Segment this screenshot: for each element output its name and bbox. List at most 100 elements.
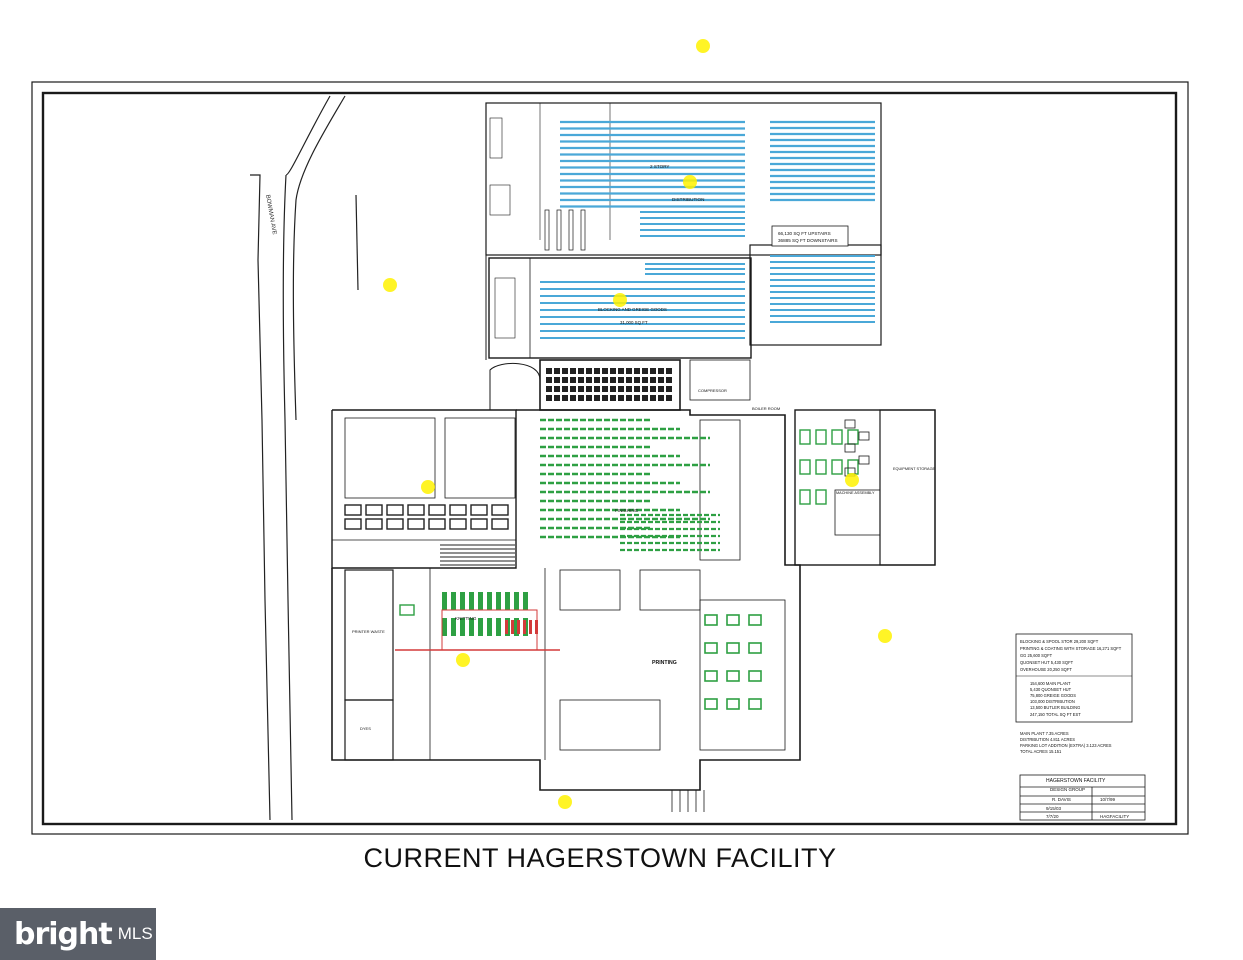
story-label: 2 STORY bbox=[650, 164, 670, 169]
title-block-title: HAGERSTOWN FACILITY bbox=[1046, 778, 1106, 784]
grid-cell bbox=[586, 377, 592, 383]
note-line: BLOCKING & SPOOL STOR 29,200 SQFT bbox=[1020, 639, 1099, 644]
building-main-plant bbox=[331, 409, 801, 791]
grid-cell bbox=[666, 368, 672, 374]
area-line: 154,600 MAIN PLANT bbox=[1030, 681, 1071, 686]
plant-storage-blocks bbox=[344, 504, 515, 566]
grid-cell bbox=[594, 386, 600, 392]
machine-unit bbox=[505, 592, 510, 610]
title-block-rev2: 7/7/20 bbox=[1046, 814, 1059, 819]
area-line: 247,150 TOTAL SQ FT EST bbox=[1030, 712, 1081, 717]
grid-cell bbox=[554, 368, 560, 374]
equipment-box bbox=[847, 429, 859, 445]
storage-block bbox=[365, 518, 383, 530]
machine-unit bbox=[469, 592, 474, 610]
title-block-group: DESIGN GROUP bbox=[1050, 787, 1085, 792]
equipment-box bbox=[704, 614, 718, 626]
equipment-box bbox=[799, 429, 811, 445]
equipment-box bbox=[726, 698, 740, 710]
storage-block bbox=[428, 518, 446, 530]
highlight-dot bbox=[421, 480, 435, 494]
equipment-box bbox=[858, 455, 870, 465]
grid-cell bbox=[666, 377, 672, 383]
equipment-box bbox=[831, 429, 843, 445]
area-line: 5,430 QUONSET HUT bbox=[1030, 687, 1072, 692]
acreage-line: TOTAL ACRES 15.151 bbox=[1020, 749, 1062, 754]
grid-cell bbox=[570, 377, 576, 383]
highlight-dot bbox=[558, 795, 572, 809]
grid-cell bbox=[610, 386, 616, 392]
blocking-label: BLOCKING AND GREIGE GOODS bbox=[598, 307, 667, 312]
grid-cell bbox=[578, 377, 584, 383]
storage-block bbox=[344, 518, 362, 530]
downstairs-area-label: 36885 SQ FT DOWNSTAIRS bbox=[778, 238, 838, 243]
note-line: OVERHOUSE 20,250 SQFT bbox=[1020, 667, 1072, 672]
grid-cell bbox=[562, 368, 568, 374]
sheet-inner-border bbox=[41, 91, 1178, 826]
equipment-box bbox=[815, 459, 827, 475]
grid-cell bbox=[586, 395, 592, 401]
equipment-box bbox=[748, 670, 762, 682]
grid-cell bbox=[546, 377, 552, 383]
distribution-racks bbox=[544, 120, 875, 323]
equipment-box bbox=[704, 698, 718, 710]
machine-unit bbox=[487, 592, 492, 610]
grid-cell bbox=[562, 395, 568, 401]
machine-unit bbox=[523, 592, 528, 610]
grid-cell bbox=[618, 386, 624, 392]
equipment-box bbox=[831, 459, 843, 475]
watermark-suffix: MLS bbox=[117, 924, 153, 943]
machine-unit bbox=[451, 592, 456, 610]
grid-cell bbox=[642, 368, 648, 374]
dock-bay bbox=[568, 209, 574, 251]
storage-block bbox=[491, 518, 509, 530]
highlight-dot bbox=[683, 175, 697, 189]
grid-cell bbox=[570, 395, 576, 401]
equipment-box bbox=[748, 698, 762, 710]
highlight-dot bbox=[845, 473, 859, 487]
acreage-line: MAIN PLANT 7.35 ACRES bbox=[1020, 731, 1069, 736]
knitting-label: KNITTING bbox=[455, 616, 477, 621]
area-note-box bbox=[771, 225, 849, 247]
grid-cell bbox=[618, 368, 624, 374]
grid-cell bbox=[618, 395, 624, 401]
grid-cell bbox=[642, 377, 648, 383]
distribution-label: DISTRIBUTION bbox=[672, 197, 704, 202]
equipment-box bbox=[748, 614, 762, 626]
grid-cell bbox=[562, 386, 568, 392]
note-line: PRINTING & COATING WITH STORAGE 16,271 S… bbox=[1020, 646, 1122, 651]
facility-site-plan: BOWMAN AVE 66,130 SQ FT UPSTAIRS 36885 S… bbox=[31, 39, 1189, 835]
equipment-box bbox=[748, 642, 762, 654]
machine-unit bbox=[487, 618, 492, 636]
upstairs-area-label: 66,130 SQ FT UPSTAIRS bbox=[778, 231, 831, 236]
machine-unit bbox=[517, 620, 520, 634]
area-line: 75,800 GREIGE GOODS bbox=[1030, 693, 1076, 698]
grid-cell bbox=[578, 395, 584, 401]
machine-unit bbox=[523, 620, 526, 634]
grid-cell bbox=[642, 395, 648, 401]
grid-cell bbox=[626, 386, 632, 392]
printer-waste-label: PRINTER WASTE bbox=[352, 629, 385, 634]
equipment-box bbox=[726, 642, 740, 654]
mls-watermark: bright MLS bbox=[0, 908, 156, 960]
title-block-rev1: 9/15/03 bbox=[1046, 806, 1062, 811]
grid-cell bbox=[610, 395, 616, 401]
equipment-box bbox=[704, 670, 718, 682]
grid-cell bbox=[626, 395, 632, 401]
dock-bay bbox=[580, 209, 586, 251]
equipment-box bbox=[399, 604, 415, 616]
storage-block bbox=[428, 504, 446, 516]
machine-unit bbox=[442, 592, 447, 610]
grid-cell bbox=[586, 386, 592, 392]
equipment-box bbox=[844, 419, 856, 429]
storage-block bbox=[470, 518, 488, 530]
grid-cell bbox=[554, 395, 560, 401]
storage-block bbox=[407, 504, 425, 516]
storage-block bbox=[386, 518, 404, 530]
grid-cell bbox=[666, 386, 672, 392]
grid-cell bbox=[634, 395, 640, 401]
grid-cell bbox=[554, 377, 560, 383]
equipment-box bbox=[726, 614, 740, 626]
title-block-date: 10/7/99 bbox=[1100, 797, 1116, 802]
blocking-area-label: 31,000 SQ FT bbox=[620, 320, 648, 325]
